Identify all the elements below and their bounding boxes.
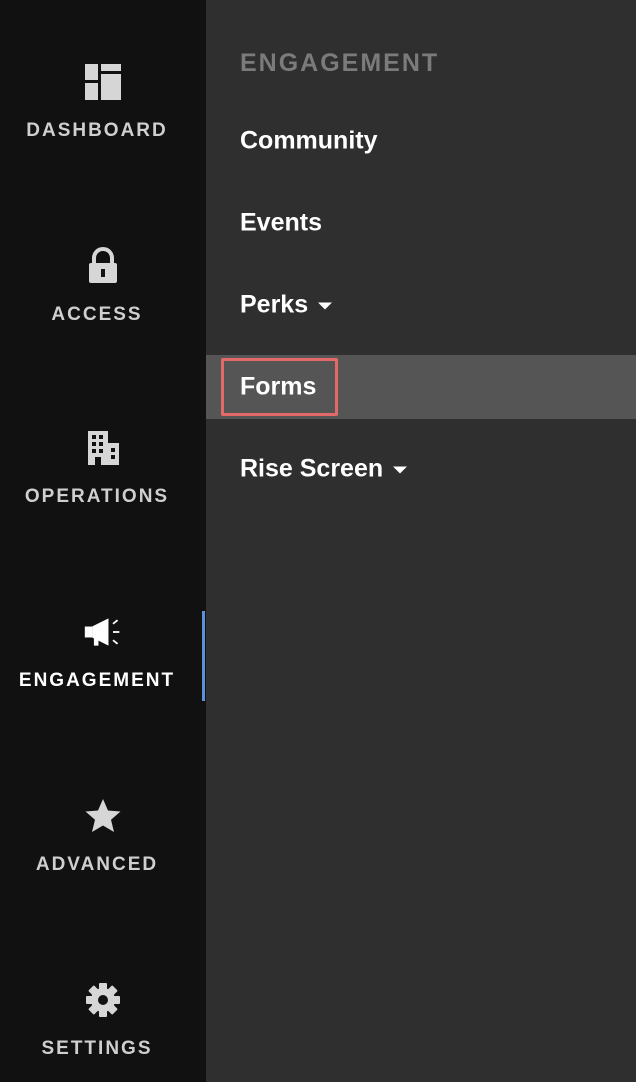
engagement-submenu-panel: ENGAGEMENT Community Events Perks Forms <box>206 0 636 1082</box>
menu-item-forms-label: Forms <box>240 372 317 401</box>
chevron-down-icon <box>393 466 408 474</box>
gear-icon <box>83 980 123 1020</box>
nav-item-advanced[interactable]: ADVANCED <box>0 796 206 888</box>
nav-item-engagement[interactable]: ENGAGEMENT <box>0 612 206 704</box>
active-nav-indicator <box>202 611 205 701</box>
nav-item-access[interactable]: ACCESS <box>0 246 206 338</box>
building-icon <box>83 428 123 468</box>
nav-label-settings: SETTINGS <box>41 1038 153 1059</box>
nav-label-dashboard: DASHBOARD <box>26 120 168 141</box>
menu-item-label: Community <box>240 127 378 156</box>
menu-item-forms[interactable]: Forms <box>206 355 636 419</box>
menu-item-perks[interactable]: Perks <box>206 273 636 337</box>
menu-item-community[interactable]: Community <box>206 109 636 173</box>
panel-title: ENGAGEMENT <box>240 49 440 77</box>
menu-item-rise-screen-label: Rise Screen <box>240 454 384 483</box>
app-root: DASHBOARD ACCESS OPERATIONS ENGAGEMENT A… <box>0 0 636 1082</box>
menu-item-label: Perks <box>240 290 333 320</box>
chevron-down-icon <box>318 302 333 310</box>
nav-label-engagement: ENGAGEMENT <box>18 670 176 691</box>
menu-item-label: Rise Screen <box>240 454 408 484</box>
menu-item-events-label: Events <box>240 208 322 237</box>
menu-item-rise-screen[interactable]: Rise Screen <box>206 437 636 501</box>
nav-label-operations: OPERATIONS <box>24 486 170 507</box>
menu-item-events[interactable]: Events <box>206 191 636 255</box>
main-nav-rail: DASHBOARD ACCESS OPERATIONS ENGAGEMENT A… <box>0 0 206 1082</box>
menu-item-label: Forms <box>240 373 316 402</box>
megaphone-icon <box>83 612 123 652</box>
menu-item-community-label: Community <box>240 126 378 155</box>
star-icon <box>83 796 123 836</box>
nav-item-operations[interactable]: OPERATIONS <box>0 428 206 520</box>
menu-item-perks-label: Perks <box>240 290 309 319</box>
menu-item-label: Events <box>240 209 322 238</box>
nav-item-settings[interactable]: SETTINGS <box>0 980 206 1072</box>
nav-label-access: ACCESS <box>51 304 143 325</box>
nav-label-advanced: ADVANCED <box>35 854 159 875</box>
dashboard-icon <box>83 62 123 102</box>
lock-icon <box>83 246 123 286</box>
nav-item-dashboard[interactable]: DASHBOARD <box>0 62 206 154</box>
